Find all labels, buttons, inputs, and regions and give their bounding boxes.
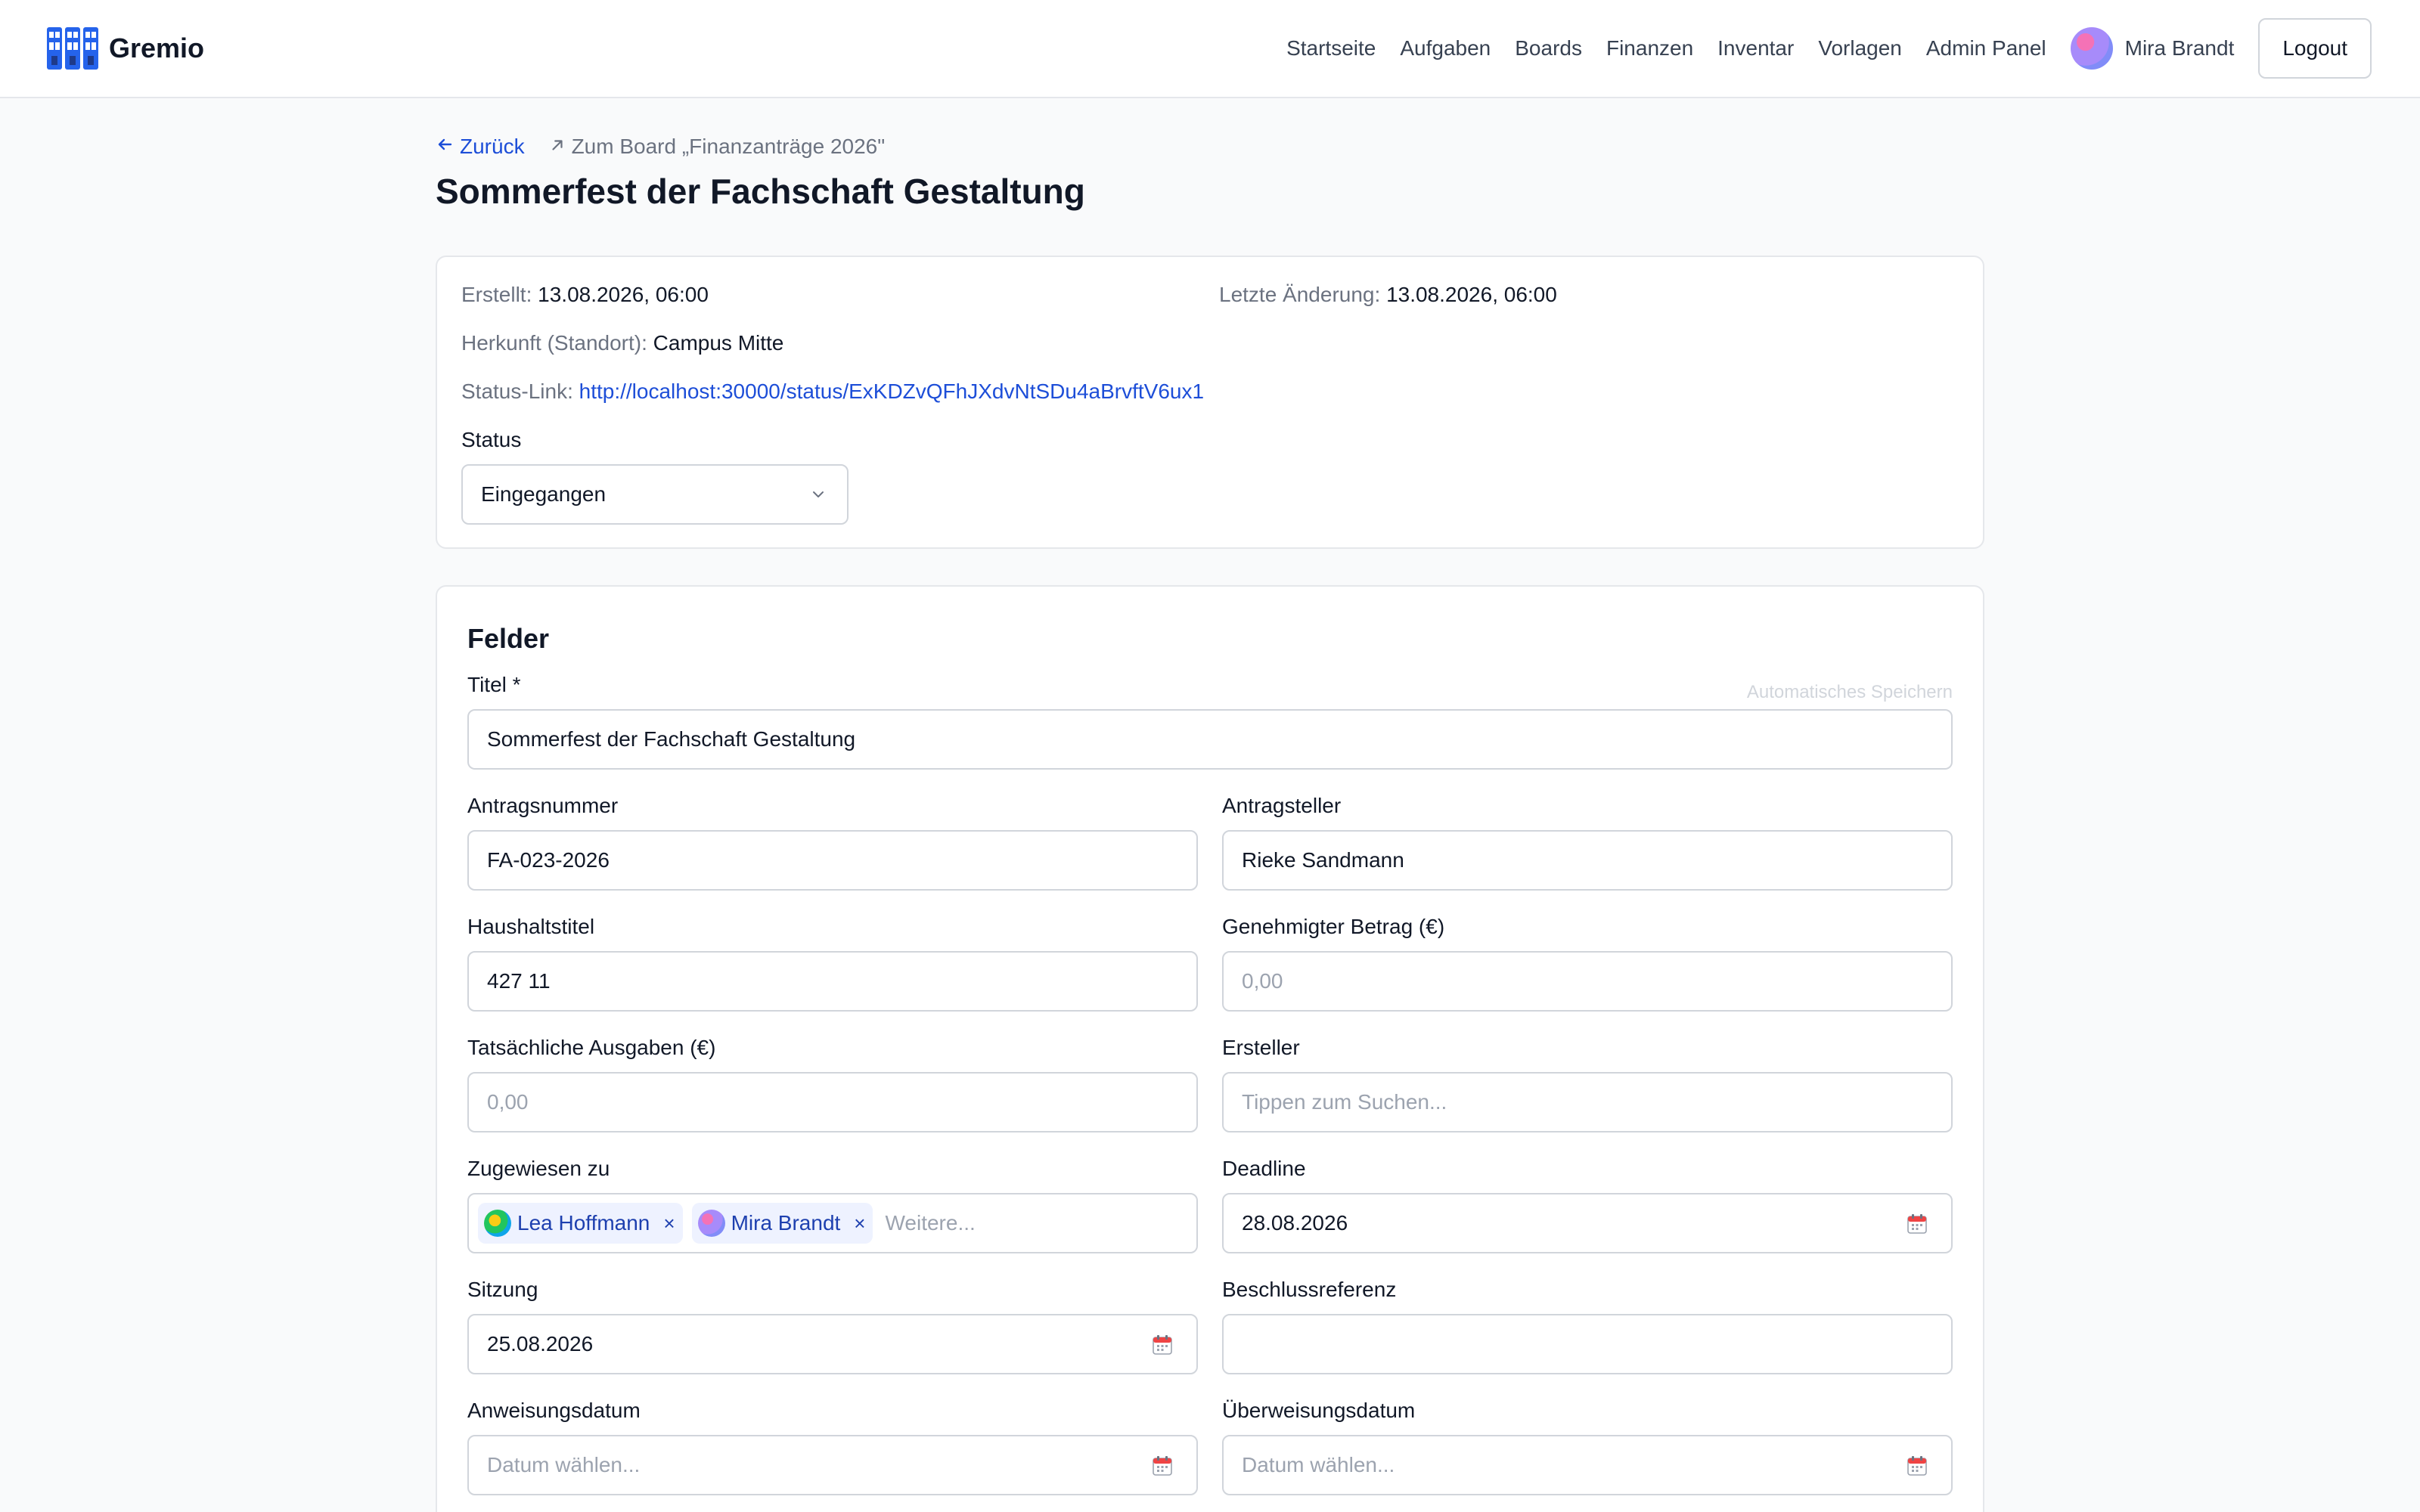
antragsnummer-label: Antragsnummer [467,794,619,817]
avatar [697,1210,725,1237]
close-icon[interactable]: × [854,1212,865,1235]
avatar [484,1210,511,1237]
back-link[interactable]: Zurück [436,135,525,159]
beschlussreferenz-label: Beschlussreferenz [1222,1278,1397,1301]
nav-item-aufgaben[interactable]: Aufgaben [1400,36,1491,60]
ueberweisungsdatum-placeholder: Datum wählen... [1242,1453,1395,1476]
assignee-chip-name: Lea Hoffmann [517,1211,650,1235]
brand[interactable]: Gremio [47,26,204,71]
fields-card: Felder Automatisches Speichern Titel * S… [436,585,1984,1512]
created-label: Erstellt: [461,283,532,306]
status-link[interactable]: http://localhost:30000/status/ExKDZvQFhJ… [579,380,1204,403]
status-link-info: Status-Link: http://localhost:30000/stat… [461,380,1204,404]
ersteller-search-field[interactable]: Tippen zum Suchen... [1222,1072,1953,1132]
haushaltstitel-field[interactable]: 427 11 [467,951,1198,1012]
calendar-icon[interactable] [1906,1455,1928,1477]
beschlussreferenz-field[interactable] [1222,1314,1953,1374]
modified-value: 13.08.2026, 06:00 [1386,283,1557,306]
antragsnummer-field[interactable]: FA-023-2026 [467,830,1198,891]
nav-item-startseite[interactable]: Startseite [1286,36,1376,60]
arrow-left-icon [436,135,454,159]
gremio-logo-icon [47,27,98,70]
board-link-label: Zum Board „Finanzanträge 2026" [571,135,886,158]
assignee-chip: Mira Brandt × [691,1203,873,1244]
board-link[interactable]: Zum Board „Finanzanträge 2026" [549,135,886,159]
chevron-down-icon [813,491,824,497]
nav-item-vorlagen[interactable]: Vorlagen [1818,36,1902,60]
haushaltstitel-label: Haushaltstitel [467,915,595,938]
nav-item-boards[interactable]: Boards [1515,36,1582,60]
titel-field[interactable]: Sommerfest der Fachschaft Gestaltung [467,709,1953,770]
anweisungsdatum-date-field[interactable]: Datum wählen... [467,1435,1198,1495]
back-link-label: Zurück [460,135,525,158]
nav-item-inventar[interactable]: Inventar [1717,36,1794,60]
deadline-value: 28.08.2026 [1242,1211,1348,1235]
logout-button[interactable]: Logout [2258,18,2372,79]
antragsteller-field[interactable]: Rieke Sandmann [1222,830,1953,891]
avatar [2070,27,2113,70]
meta-card: Erstellt: 13.08.2026, 06:00 Letzte Änder… [436,256,1984,549]
status-select-value: Eingegangen [481,482,607,506]
origin-value: Campus Mitte [653,331,784,355]
user-name: Mira Brandt [2124,36,2235,60]
anweisungsdatum-placeholder: Datum wählen... [487,1453,641,1476]
status-label: Status [461,428,522,451]
calendar-icon[interactable] [1151,1334,1174,1356]
anweisungsdatum-label: Anweisungsdatum [467,1399,641,1422]
deadline-date-field[interactable]: 28.08.2026 [1222,1193,1953,1253]
autosave-status: Automatisches Speichern [1746,682,1953,702]
antragsteller-label: Antragsteller [1222,794,1342,817]
nav-item-finanzen[interactable]: Finanzen [1606,36,1693,60]
assignee-multiselect[interactable]: Lea Hoffmann × Mira Brandt × Weitere... [467,1193,1198,1253]
user-menu[interactable]: Mira Brandt [2070,27,2235,70]
titel-label: Titel * [467,673,521,696]
ersteller-label: Ersteller [1222,1036,1300,1059]
nav-item-admin-panel[interactable]: Admin Panel [1926,36,2046,60]
ueberweisungsdatum-label: Überweisungsdatum [1222,1399,1416,1422]
assignee-input-placeholder[interactable]: Weitere... [885,1211,975,1235]
sitzung-date-field[interactable]: 25.08.2026 [467,1314,1198,1374]
ueberweisungsdatum-date-field[interactable]: Datum wählen... [1222,1435,1953,1495]
app-name: Gremio [109,33,205,64]
page-title: Sommerfest der Fachschaft Gestaltung [436,172,1085,211]
status-link-label: Status-Link: [461,380,573,403]
assignee-chip-name: Mira Brandt [731,1211,841,1235]
main-nav: Startseite Aufgaben Boards Finanzen Inve… [1286,18,2372,79]
arrow-up-right-icon [549,135,566,159]
deadline-label: Deadline [1222,1157,1306,1180]
breadcrumb: Zurück Zum Board „Finanzanträge 2026" [436,135,885,159]
origin-label: Herkunft (Standort): [461,331,647,355]
genehmigter-betrag-label: Genehmigter Betrag (€) [1222,915,1445,938]
section-title: Felder [467,623,550,654]
created-info: Erstellt: 13.08.2026, 06:00 [461,283,709,307]
zugewiesen-label: Zugewiesen zu [467,1157,610,1180]
top-navigation-bar: Gremio Startseite Aufgaben Boards Finanz… [0,0,2420,98]
calendar-icon[interactable] [1151,1455,1174,1477]
tatsaechliche-ausgaben-label: Tatsächliche Ausgaben (€) [467,1036,716,1059]
assignee-chip: Lea Hoffmann × [478,1203,683,1244]
tatsaechliche-ausgaben-field[interactable]: 0,00 [467,1072,1198,1132]
modified-info: Letzte Änderung: 13.08.2026, 06:00 [1219,283,1557,307]
status-select[interactable]: Eingegangen [461,464,849,525]
close-icon[interactable]: × [663,1212,675,1235]
created-value: 13.08.2026, 06:00 [538,283,709,306]
origin-info: Herkunft (Standort): Campus Mitte [461,331,783,355]
sitzung-value: 25.08.2026 [487,1332,594,1356]
calendar-icon[interactable] [1906,1213,1928,1235]
genehmigter-betrag-field[interactable]: 0,00 [1222,951,1953,1012]
modified-label: Letzte Änderung: [1219,283,1381,306]
sitzung-label: Sitzung [467,1278,538,1301]
